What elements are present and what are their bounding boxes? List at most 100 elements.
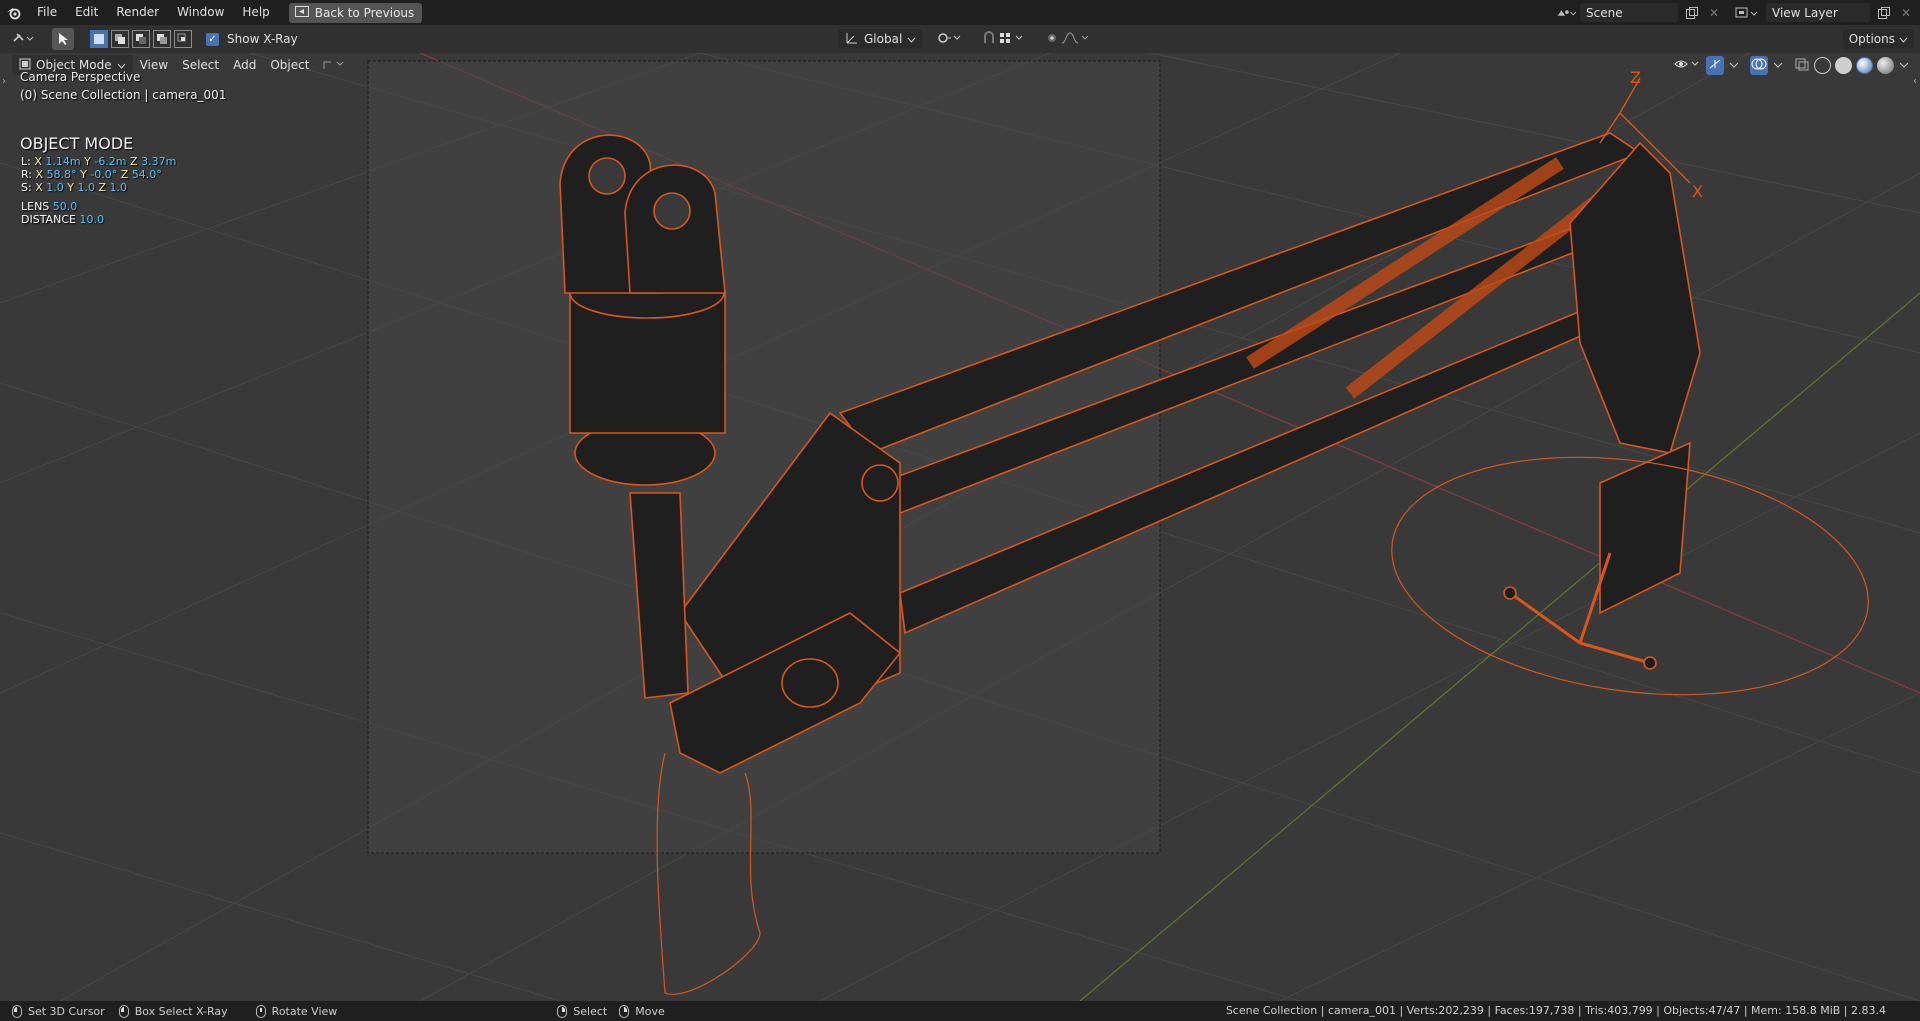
3d-viewport[interactable]: Z X Object Mode View Select Add Object ›… bbox=[0, 53, 1920, 1001]
material-preview-shading-icon[interactable] bbox=[1856, 56, 1873, 74]
mode-intersect-icon[interactable] bbox=[174, 30, 192, 48]
proportional-editing-toggle[interactable] bbox=[1039, 29, 1097, 49]
3d-scene-canvas[interactable]: Z X bbox=[0, 53, 1920, 1001]
scale-line: S: X 1.0 Y 1.0 Z 1.0 bbox=[21, 181, 128, 194]
hint-set-3d-cursor: Set 3D Cursor bbox=[12, 1004, 105, 1018]
transform-readout: L: X 1.14m Y -6.2m Z 3.37m R: X 58.8° Y … bbox=[21, 155, 176, 226]
delete-scene-icon[interactable]: ✕ bbox=[1706, 6, 1722, 20]
chevron-down-icon bbox=[1899, 32, 1908, 46]
options-label: Options bbox=[1848, 32, 1895, 46]
mode-title: OBJECT MODE bbox=[20, 134, 134, 153]
show-xray-checkbox[interactable]: ✓ bbox=[206, 32, 219, 46]
wireframe-shading-icon[interactable] bbox=[1814, 56, 1831, 74]
scene-statistics: Scene Collection | camera_001 | Verts:20… bbox=[1225, 1004, 1886, 1017]
lens-label: LENS bbox=[21, 200, 50, 213]
status-bar: Set 3D Cursor Box Select X-Ray Rotate Vi… bbox=[0, 1001, 1920, 1021]
menu-edit[interactable]: Edit bbox=[66, 0, 107, 25]
top-menu-bar: File Edit Render Window Help Back to Pre… bbox=[0, 0, 1920, 25]
hint-move: Move bbox=[619, 1004, 665, 1018]
snap-toggle[interactable] bbox=[975, 29, 1033, 49]
transform-orientation-value: Global bbox=[864, 32, 903, 46]
gizmo-toggle-icon[interactable] bbox=[1706, 55, 1724, 75]
viewport-display-controls bbox=[1674, 53, 1910, 77]
transform-affect-dropdown[interactable] bbox=[316, 55, 354, 75]
scale-z: 1.0 bbox=[109, 181, 128, 194]
pivot-icon bbox=[936, 31, 962, 48]
scene-name-field[interactable]: Scene bbox=[1580, 3, 1678, 22]
mode-extend-icon[interactable] bbox=[111, 30, 129, 48]
delete-view-layer-icon[interactable]: ✕ bbox=[1898, 6, 1914, 20]
hint-box-select: Box Select X-Ray bbox=[118, 1004, 228, 1018]
location-prefix: L: bbox=[21, 155, 31, 168]
hint-rotate-view-label: Rotate View bbox=[271, 1004, 338, 1018]
chevron-down-icon bbox=[907, 32, 916, 46]
gizmo-x-label: X bbox=[1692, 182, 1703, 201]
scale-x: 1.0 bbox=[46, 181, 64, 194]
chevron-down-icon[interactable] bbox=[1772, 58, 1784, 72]
collection-object-label: (0) Scene Collection | camera_001 bbox=[20, 88, 227, 102]
magnet-icon bbox=[982, 30, 1026, 48]
scale-y: 1.0 bbox=[77, 181, 95, 194]
toolbar-expand-icon[interactable]: › bbox=[2, 76, 6, 87]
location-line: L: X 1.14m Y -6.2m Z 3.37m bbox=[21, 155, 177, 168]
xray-toggle-icon[interactable] bbox=[1794, 57, 1810, 74]
distance-value: 10.0 bbox=[79, 213, 104, 226]
mode-difference-icon[interactable] bbox=[153, 30, 171, 48]
menu-object[interactable]: Object bbox=[263, 55, 316, 75]
solid-shading-icon[interactable] bbox=[1835, 56, 1852, 74]
rotation-prefix: R: bbox=[21, 168, 33, 181]
mouse-right-drag-icon bbox=[619, 1004, 630, 1018]
mouse-right-icon bbox=[557, 1004, 568, 1018]
rotation-line: R: X 58.8° Y -0.0° Z 54.0° bbox=[21, 168, 162, 181]
pivot-point-dropdown[interactable] bbox=[929, 29, 969, 49]
sidebar-expand-icon[interactable]: ‹ bbox=[1913, 76, 1917, 87]
menu-render[interactable]: Render bbox=[107, 0, 168, 25]
scale-prefix: S: bbox=[21, 181, 32, 194]
tool-settings-header: ✓ Show X-Ray Global Options bbox=[0, 25, 1920, 53]
viewport-header: Object Mode View Select Add Object bbox=[0, 53, 1920, 77]
rendered-shading-icon[interactable] bbox=[1877, 56, 1894, 74]
blender-logo-icon[interactable] bbox=[0, 0, 28, 25]
mode-subtract-icon[interactable] bbox=[132, 30, 150, 48]
mouse-left-icon bbox=[12, 1004, 22, 1018]
chevron-down-icon[interactable] bbox=[1728, 58, 1740, 72]
location-y: -6.2m bbox=[94, 155, 127, 168]
menu-help[interactable]: Help bbox=[233, 0, 278, 25]
proportional-icon bbox=[1046, 31, 1090, 48]
new-view-layer-icon[interactable] bbox=[1874, 3, 1894, 22]
new-scene-icon[interactable] bbox=[1682, 3, 1702, 22]
rotation-z: 54.0° bbox=[131, 168, 162, 181]
mode-set-new-icon[interactable] bbox=[90, 30, 108, 48]
chevron-down-icon[interactable] bbox=[1898, 58, 1910, 72]
view-layer-browse-icon[interactable] bbox=[1732, 3, 1762, 22]
menu-file[interactable]: File bbox=[28, 0, 66, 25]
scene-browse-icon[interactable] bbox=[1556, 3, 1576, 22]
location-z: 3.37m bbox=[141, 155, 177, 168]
back-to-previous-label: Back to Previous bbox=[314, 5, 415, 20]
orientation-icon bbox=[845, 31, 859, 48]
options-dropdown[interactable]: Options bbox=[1842, 29, 1914, 49]
back-to-previous-button[interactable]: Back to Previous bbox=[288, 2, 423, 23]
view-name-label: Camera Perspective bbox=[20, 70, 141, 84]
editor-type-selector[interactable] bbox=[12, 25, 38, 53]
select-tool-icon[interactable] bbox=[52, 28, 74, 50]
hint-select-label: Select bbox=[573, 1004, 608, 1018]
hint-set-3d-cursor-label: Set 3D Cursor bbox=[28, 1004, 105, 1018]
hint-select: Select bbox=[557, 1004, 608, 1018]
editor-type-icon bbox=[12, 31, 38, 48]
location-x: 1.14m bbox=[45, 155, 81, 168]
visibility-eye-icon[interactable] bbox=[1674, 57, 1702, 74]
rotation-y: -0.0° bbox=[90, 168, 118, 181]
view-layer-name-field[interactable]: View Layer bbox=[1766, 3, 1870, 22]
menu-window[interactable]: Window bbox=[168, 0, 233, 25]
hint-rotate-view: Rotate View bbox=[255, 1004, 338, 1018]
lens-value: 50.0 bbox=[52, 200, 78, 213]
screen-back-icon bbox=[294, 5, 309, 20]
transform-affect-icon bbox=[323, 58, 347, 73]
selection-mode-buttons bbox=[88, 25, 192, 53]
distance-label: DISTANCE bbox=[21, 213, 76, 226]
transform-orientation-dropdown[interactable]: Global bbox=[838, 29, 924, 49]
menu-select[interactable]: Select bbox=[175, 55, 226, 75]
menu-add[interactable]: Add bbox=[226, 55, 263, 75]
overlays-toggle-icon[interactable] bbox=[1750, 55, 1768, 75]
